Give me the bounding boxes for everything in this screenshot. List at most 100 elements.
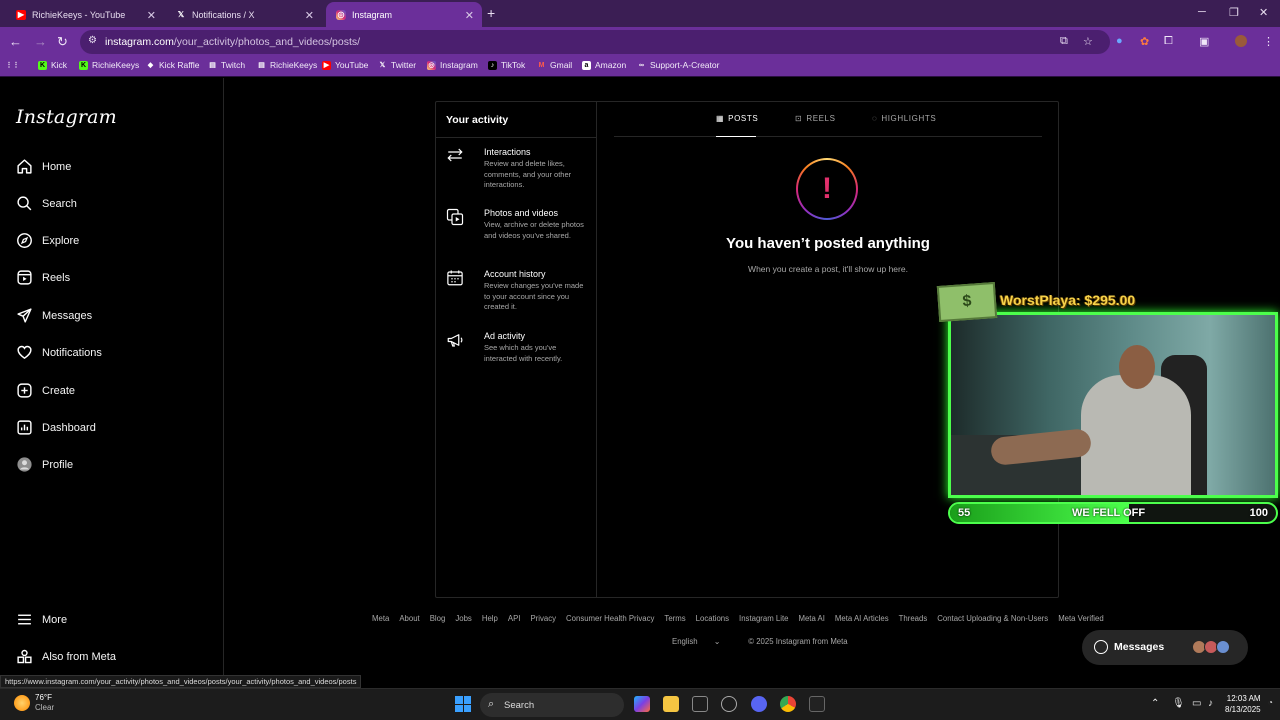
volume-icon[interactable]: ♪	[1208, 698, 1213, 709]
nav-reels[interactable]: Reels	[16, 269, 70, 286]
windows-start-icon[interactable]	[455, 696, 471, 712]
bookmark-star-icon[interactable]: ☆	[1083, 35, 1093, 48]
bookmark-gmail[interactable]: M Gmail	[537, 60, 573, 70]
minimize-icon[interactable]: ─	[1198, 6, 1206, 18]
bookmark-kick[interactable]: K Kick	[38, 60, 67, 70]
apps-grid-icon[interactable]: ⋮⋮	[6, 60, 21, 69]
footer-link[interactable]: Meta AI Articles	[835, 614, 889, 623]
close-icon[interactable]: ✕	[465, 9, 474, 22]
network-icon[interactable]: ▭	[1192, 698, 1201, 709]
reload-icon[interactable]: ↻	[57, 34, 68, 50]
footer-link[interactable]: API	[508, 614, 521, 623]
extension-icon[interactable]: ●	[1116, 35, 1123, 47]
sidepanel-icon[interactable]: ▣	[1199, 35, 1209, 48]
nav-create[interactable]: Create	[16, 382, 75, 399]
instagram-logo[interactable]: Instagram	[16, 106, 117, 128]
extension-fox-icon[interactable]: ✿	[1140, 35, 1149, 48]
footer-link[interactable]: Privacy	[530, 614, 556, 623]
messages-button[interactable]: Messages	[1082, 630, 1248, 665]
close-icon[interactable]: ✕	[147, 9, 156, 22]
activity-item-interactions[interactable]: Interactions Review and delete likes, co…	[446, 147, 591, 195]
nav-also-from-meta[interactable]: Also from Meta	[16, 648, 116, 665]
bookmark-kick-raffle[interactable]: ◆ Kick Raffle	[146, 60, 200, 70]
donation-alert: WorstPlaya: $295.00	[1000, 292, 1136, 308]
footer-link[interactable]: Meta	[372, 614, 389, 623]
kebab-menu-icon[interactable]: ⋮	[1263, 35, 1274, 48]
bookmark-tiktok[interactable]: ♪ TikTok	[488, 60, 525, 70]
taskbar-search[interactable]: ⌕ Search	[480, 693, 624, 717]
temperature: 76°F	[35, 693, 52, 702]
bookmark-twitter[interactable]: 𝕏 Twitter	[378, 60, 416, 70]
close-icon[interactable]: ✕	[305, 9, 314, 22]
footer-link[interactable]: Instagram Lite	[739, 614, 788, 623]
back-icon[interactable]: ←	[9, 34, 22, 49]
bookmark-twitch[interactable]: ▤ Twitch	[208, 60, 245, 70]
chrome-icon[interactable]	[780, 696, 796, 712]
nav-dashboard[interactable]: Dashboard	[16, 419, 96, 436]
footer-link[interactable]: Threads	[899, 614, 928, 623]
tab-youtube[interactable]: ▶ RichieKeeys - YouTube ✕	[6, 2, 164, 27]
footer-link[interactable]: Blog	[430, 614, 446, 623]
copilot-icon[interactable]	[634, 696, 650, 712]
footer-link[interactable]: Meta AI	[798, 614, 824, 623]
epic-games-icon[interactable]	[809, 696, 825, 712]
restore-icon[interactable]: ❐	[1229, 6, 1239, 19]
bookmark-richiekeeys-2[interactable]: ▤ RichieKeeys	[257, 60, 317, 70]
site-info-icon[interactable]: ⚙	[88, 35, 97, 46]
bookmark-youtube[interactable]: ▶ YouTube	[322, 60, 368, 70]
language-select[interactable]: English ⌄	[672, 637, 734, 646]
nav-label: Dashboard	[42, 421, 96, 434]
nav-profile[interactable]: Profile	[16, 456, 73, 473]
tab-highlights[interactable]: ◌ HIGHLIGHTS	[872, 114, 936, 123]
notifications-bell-icon[interactable]: ◔	[1268, 698, 1273, 707]
tab-instagram[interactable]: ◎ Instagram ✕	[326, 2, 482, 27]
bookmark-instagram[interactable]: ◎ Instagram	[427, 60, 478, 70]
nav-search[interactable]: Search	[16, 195, 77, 212]
clock[interactable]: 12:03 AM 8/13/2025	[1225, 693, 1261, 715]
tab-x[interactable]: 𝕏 Notifications / X ✕	[166, 2, 322, 27]
grid-icon: ▦	[716, 114, 725, 123]
x-icon: 𝕏	[177, 10, 185, 19]
close-window-icon[interactable]: ✕	[1259, 6, 1268, 19]
nav-home[interactable]: Home	[16, 158, 71, 175]
forward-icon[interactable]: →	[34, 34, 47, 49]
address-url: instagram.com/your_activity/photos_and_v…	[105, 36, 361, 48]
activity-item-ad-activity[interactable]: Ad activity See which ads you've interac…	[446, 331, 591, 371]
footer-link[interactable]: Terms	[664, 614, 685, 623]
address-bar[interactable]: ⚙ instagram.com/your_activity/photos_and…	[80, 30, 1110, 54]
footer-link[interactable]: About	[399, 614, 419, 623]
nav-notifications[interactable]: Notifications	[16, 344, 102, 361]
extensions-puzzle-icon[interactable]: ⧠	[1164, 35, 1173, 48]
nav-label: Search	[42, 197, 77, 210]
empty-state-subtitle: When you create a post, it'll show up he…	[748, 264, 908, 274]
nav-explore[interactable]: Explore	[16, 232, 79, 249]
footer-link[interactable]: Jobs	[455, 614, 471, 623]
weather-widget[interactable]: 76°F Clear	[14, 693, 54, 713]
app-icon[interactable]	[692, 696, 708, 712]
app-icon[interactable]	[721, 696, 737, 712]
bookmark-support-a-creator[interactable]: ∞ Support-A-Creator	[637, 60, 719, 70]
file-explorer-icon[interactable]	[663, 696, 679, 712]
tab-label: Notifications / X	[192, 9, 255, 20]
send-icon	[16, 307, 33, 324]
discord-icon[interactable]	[751, 696, 767, 712]
nav-messages[interactable]: Messages	[16, 307, 92, 324]
tab-reels[interactable]: ⊡ REELS	[795, 114, 836, 123]
install-app-icon[interactable]: ⧉	[1060, 35, 1068, 48]
footer-link[interactable]: Meta Verified	[1058, 614, 1104, 623]
bookmark-richiekeeys[interactable]: K RichieKeeys	[79, 60, 139, 70]
tab-posts[interactable]: ▦ POSTS	[716, 114, 758, 123]
footer-link[interactable]: Locations	[696, 614, 729, 623]
footer-link[interactable]: Contact Uploading & Non-Users	[937, 614, 1048, 623]
footer-link[interactable]: Help	[482, 614, 498, 623]
footer-link[interactable]: Consumer Health Privacy	[566, 614, 654, 623]
tray-chevron-icon[interactable]: ⌃	[1151, 698, 1159, 709]
new-tab-icon[interactable]: +	[487, 5, 495, 21]
bookmark-amazon[interactable]: a Amazon	[582, 60, 626, 70]
nav-more[interactable]: More	[16, 611, 67, 628]
weather-icon	[14, 695, 30, 711]
activity-item-photos-and-videos[interactable]: Photos and videos View, archive or delet…	[446, 208, 591, 256]
profile-avatar-icon[interactable]	[1235, 35, 1247, 47]
microphone-icon[interactable]: 🎙	[1172, 698, 1185, 709]
activity-item-account-history[interactable]: Account history Review changes you've ma…	[446, 269, 591, 317]
